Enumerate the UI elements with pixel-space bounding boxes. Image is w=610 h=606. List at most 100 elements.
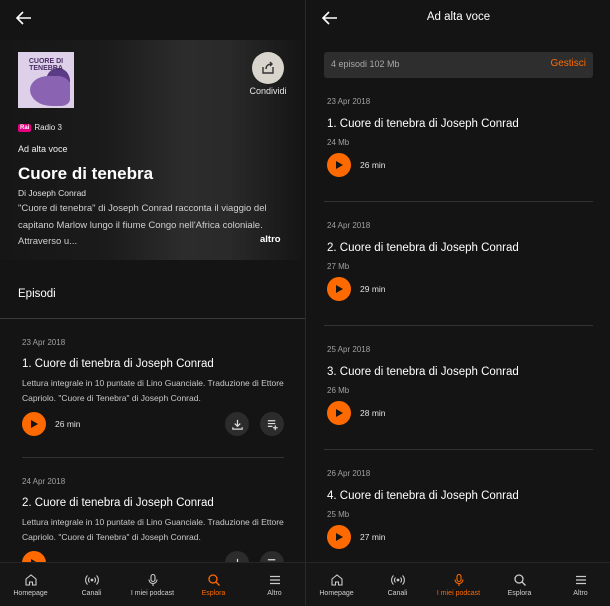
nav-canali[interactable]: Canali [61, 563, 122, 606]
broadcast-icon [84, 575, 99, 585]
episode-card[interactable]: 25 Apr 2018 3. Cuore di tenebra di Josep… [327, 345, 592, 425]
menu-icon [269, 575, 280, 585]
podcast-title: Cuore di tenebra [18, 164, 154, 183]
play-icon [336, 409, 343, 417]
podcast-cover-image: CUORE DI TENEBRA [18, 52, 74, 108]
play-icon [336, 161, 343, 169]
nav-homepage[interactable]: Homepage [306, 563, 367, 606]
episode-card[interactable]: 24 Apr 2018 2. Cuore di tenebra di Josep… [22, 477, 284, 575]
episode-title: 2. Cuore di tenebra di Joseph Conrad [22, 497, 214, 509]
tab-divider [0, 318, 305, 319]
back-button[interactable] [14, 8, 34, 28]
manage-button[interactable]: Gestisci [550, 58, 586, 69]
nav-label: Homepage [319, 590, 354, 597]
episode-card[interactable]: 24 Apr 2018 2. Cuore di tenebra di Josep… [327, 221, 592, 301]
nav-label: Esplora [507, 590, 532, 597]
episode-size: 26 Mb [327, 386, 350, 395]
play-icon [31, 420, 38, 428]
nav-label: Homepage [13, 590, 48, 597]
nav-i-miei-podcast[interactable]: I miei podcast [428, 563, 489, 606]
nav-label: I miei podcast [436, 590, 481, 597]
share-label: Condividi [249, 86, 287, 96]
episode-title: 1. Cuore di tenebra di Joseph Conrad [22, 358, 214, 370]
play-button[interactable] [327, 525, 351, 549]
episode-divider [324, 325, 593, 326]
microphone-icon [147, 573, 158, 586]
nav-i-miei-podcast[interactable]: I miei podcast [122, 563, 183, 606]
episode-date: 23 Apr 2018 [327, 97, 371, 106]
downloads-info: 4 episodi 102 Mb [331, 59, 400, 69]
episode-divider [22, 457, 284, 458]
episode-actions: 26 min [22, 412, 284, 436]
nav-label: Altro [267, 590, 282, 597]
episode-size: 27 Mb [327, 262, 350, 271]
read-more-link[interactable]: altro [260, 234, 281, 245]
network-logo: Rai Radio 3 [18, 123, 62, 132]
search-icon [207, 574, 220, 586]
my-podcast-downloads-screen: Ad alta voce 4 episodi 102 Mb Gestisci 2… [305, 0, 610, 606]
episode-title: 2. Cuore di tenebra di Joseph Conrad [327, 242, 519, 254]
page-title: Ad alta voce [426, 11, 491, 23]
episode-size: 24 Mb [327, 138, 350, 147]
episode-card[interactable]: 26 Apr 2018 4. Cuore di tenebra di Josep… [327, 469, 592, 549]
nav-esplora[interactable]: Esplora [489, 563, 550, 606]
nav-esplora[interactable]: Esplora [183, 563, 244, 606]
cover-title: CUORE DI TENEBRA [28, 58, 64, 72]
search-icon [513, 574, 526, 586]
podcast-author: Di Joseph Conrad [18, 188, 87, 198]
playlist-add-icon [267, 419, 278, 430]
share-button[interactable] [252, 52, 284, 84]
episode-description: Lettura integrale in 10 puntate di Lino … [22, 378, 284, 403]
episode-card[interactable]: 23 Apr 2018 1. Cuore di tenebra di Josep… [327, 97, 592, 177]
episode-duration: 26 min [360, 160, 386, 170]
episode-date: 26 Apr 2018 [327, 469, 371, 478]
network-name: Radio 3 [34, 123, 62, 132]
rai-logo-icon: Rai [18, 123, 32, 132]
home-icon [24, 574, 37, 586]
play-button[interactable] [327, 401, 351, 425]
nav-altro[interactable]: Altro [244, 563, 305, 606]
bottom-navigation: Homepage Canali I miei podcast Esplora A… [0, 562, 305, 606]
nav-label: Canali [81, 590, 102, 597]
podcast-category: Ad alta voce [18, 144, 68, 154]
menu-icon [575, 575, 586, 585]
episode-card[interactable]: 23 Apr 2018 1. Cuore di tenebra di Josep… [22, 338, 284, 436]
download-button[interactable] [225, 412, 249, 436]
play-button[interactable] [327, 277, 351, 301]
episode-size: 25 Mb [327, 510, 350, 519]
episode-title: 1. Cuore di tenebra di Joseph Conrad [327, 118, 519, 130]
add-to-queue-button[interactable] [260, 412, 284, 436]
episode-date: 24 Apr 2018 [327, 221, 371, 230]
episode-actions: 26 min [327, 153, 592, 177]
download-icon [231, 419, 243, 430]
home-icon [330, 574, 343, 586]
episode-title: 4. Cuore di tenebra di Joseph Conrad [327, 490, 519, 502]
nav-homepage[interactable]: Homepage [0, 563, 61, 606]
episode-actions: 28 min [327, 401, 592, 425]
bottom-navigation: Homepage Canali I miei podcast Esplora A… [306, 562, 610, 606]
episode-date: 23 Apr 2018 [22, 338, 66, 347]
episode-title: 3. Cuore di tenebra di Joseph Conrad [327, 366, 519, 378]
downloads-summary-bar: 4 episodi 102 Mb Gestisci [324, 52, 593, 78]
share-icon [262, 61, 274, 74]
episode-duration: 27 min [360, 532, 386, 542]
nav-label: Esplora [201, 590, 226, 597]
play-button[interactable] [327, 153, 351, 177]
episode-divider [324, 201, 593, 202]
arrow-left-icon [15, 11, 31, 25]
nav-altro[interactable]: Altro [550, 563, 610, 606]
nav-canali[interactable]: Canali [367, 563, 428, 606]
tab-episodi[interactable]: Episodi [18, 288, 56, 300]
episode-actions: 29 min [327, 277, 592, 301]
podcast-description: "Cuore di tenebra" di Joseph Conrad racc… [18, 203, 267, 247]
episode-divider [324, 449, 593, 450]
episode-date: 24 Apr 2018 [22, 477, 66, 486]
episode-date: 25 Apr 2018 [327, 345, 371, 354]
play-icon [336, 285, 343, 293]
nav-label: Canali [387, 590, 408, 597]
episode-actions: 27 min [327, 525, 592, 549]
broadcast-icon [390, 575, 405, 585]
episode-duration: 26 min [55, 419, 81, 429]
microphone-icon [453, 573, 464, 586]
play-button[interactable] [22, 412, 46, 436]
